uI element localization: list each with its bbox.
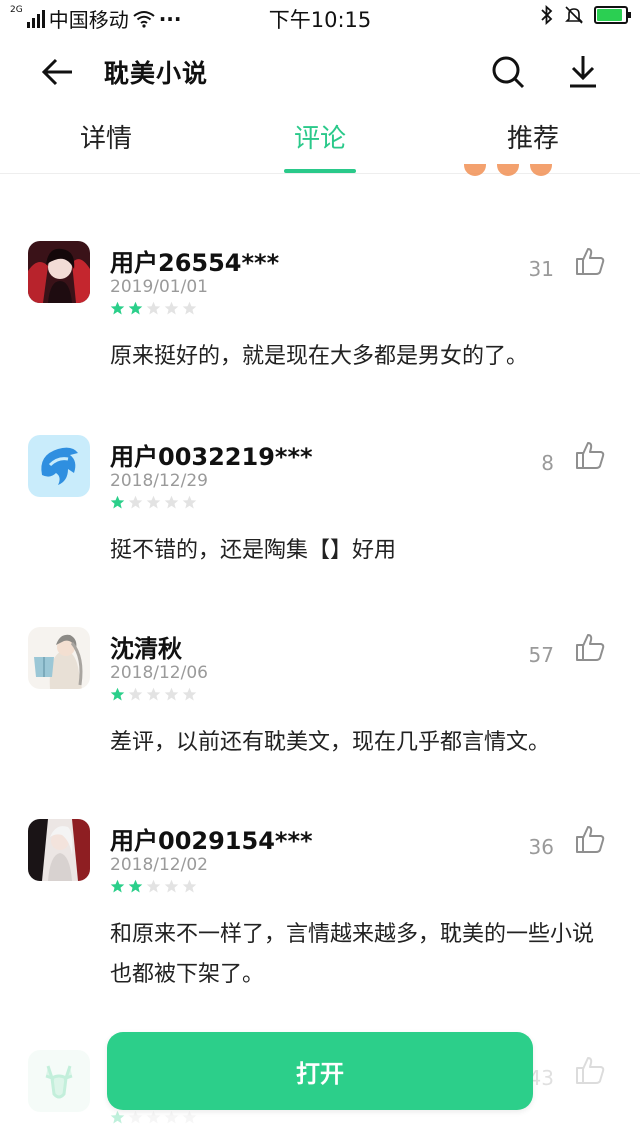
thumbs-up-icon[interactable] [574,439,606,471]
thumbs-up-icon[interactable] [574,1054,606,1086]
mute-bell-icon [565,6,583,24]
like-count: 31 [528,257,554,281]
bluetooth-icon [541,5,553,25]
star-empty-icon [128,1110,143,1124]
thumbs-up-icon[interactable] [574,631,606,663]
star-empty-icon [146,1110,161,1124]
star-empty-icon [128,495,143,509]
star-filled-icon [110,1110,125,1124]
comment-text: 原来挺好的，就是现在大多都是男女的了。 [110,344,529,369]
rating-stars [110,301,197,316]
comment-username: 用户0029154*** [110,827,313,855]
comment-username: 用户26554*** [110,249,280,277]
comment-text: 差评，以前还有耽美文，现在几乎都言情文。 [110,730,551,755]
star-empty-icon [182,1110,197,1124]
tab-active-indicator [284,169,356,173]
tab-recommend[interactable]: 推荐 [473,118,593,155]
rating-stars [110,879,197,894]
star-empty-icon [164,301,179,315]
star-filled-icon [110,879,125,893]
star-empty-icon [182,495,197,509]
rating-stars [110,495,197,510]
star-empty-icon [182,687,197,701]
comment-text: 和原来不一样了，言情越来越多，耽美的一些小说也都被下架了。 [110,922,595,987]
download-icon[interactable] [562,50,604,92]
like-count: 57 [528,643,554,667]
back-arrow-icon[interactable] [38,52,78,92]
star-empty-icon [146,301,161,315]
comment-username: 用户0032219*** [110,443,313,471]
battery-icon [594,6,631,24]
search-icon[interactable] [488,52,528,92]
star-empty-icon [164,879,179,893]
star-empty-icon [146,687,161,701]
thumbs-up-icon[interactable] [574,245,606,277]
user-avatar[interactable] [28,819,90,881]
app-header: 耽美小说 [0,34,640,108]
star-empty-icon [164,687,179,701]
comment-text: 挺不错的，还是陶集【】好用 [110,538,397,563]
status-bar: 2G 中国移动 ··· 下午10:15 [0,0,640,34]
like-count: 36 [528,835,554,859]
user-avatar[interactable] [28,435,90,497]
comment-username: 沈清秋 [110,635,182,663]
page-title: 耽美小说 [104,59,209,88]
comment-date: 2018/12/02 [110,855,208,875]
comment-date: 2018/12/29 [110,471,208,491]
scrolled-avatar-remnant [530,164,552,176]
star-filled-icon [110,495,125,509]
star-filled-icon [128,301,143,315]
comment-date: 2018/12/06 [110,663,208,683]
scrolled-avatar-remnant [464,164,486,176]
star-filled-icon [110,687,125,701]
rating-stars [110,687,197,702]
star-empty-icon [164,495,179,509]
status-right [540,5,631,25]
star-empty-icon [182,301,197,315]
open-app-button[interactable]: 打开 [107,1032,533,1110]
tab-details[interactable]: 详情 [46,118,166,155]
star-empty-icon [146,879,161,893]
user-avatar[interactable] [28,241,90,303]
scrolled-avatar-remnant [497,164,519,176]
user-avatar[interactable] [28,1050,90,1112]
rating-stars [110,1110,197,1125]
star-filled-icon [128,879,143,893]
tab-comments[interactable]: 评论 [260,118,380,155]
like-count: 8 [541,451,554,475]
thumbs-up-icon[interactable] [574,823,606,855]
comment-date: 2019/01/01 [110,277,208,297]
star-filled-icon [110,301,125,315]
star-empty-icon [128,687,143,701]
user-avatar[interactable] [28,627,90,689]
battery-level [597,9,623,21]
star-empty-icon [182,879,197,893]
star-empty-icon [164,1110,179,1124]
star-empty-icon [146,495,161,509]
